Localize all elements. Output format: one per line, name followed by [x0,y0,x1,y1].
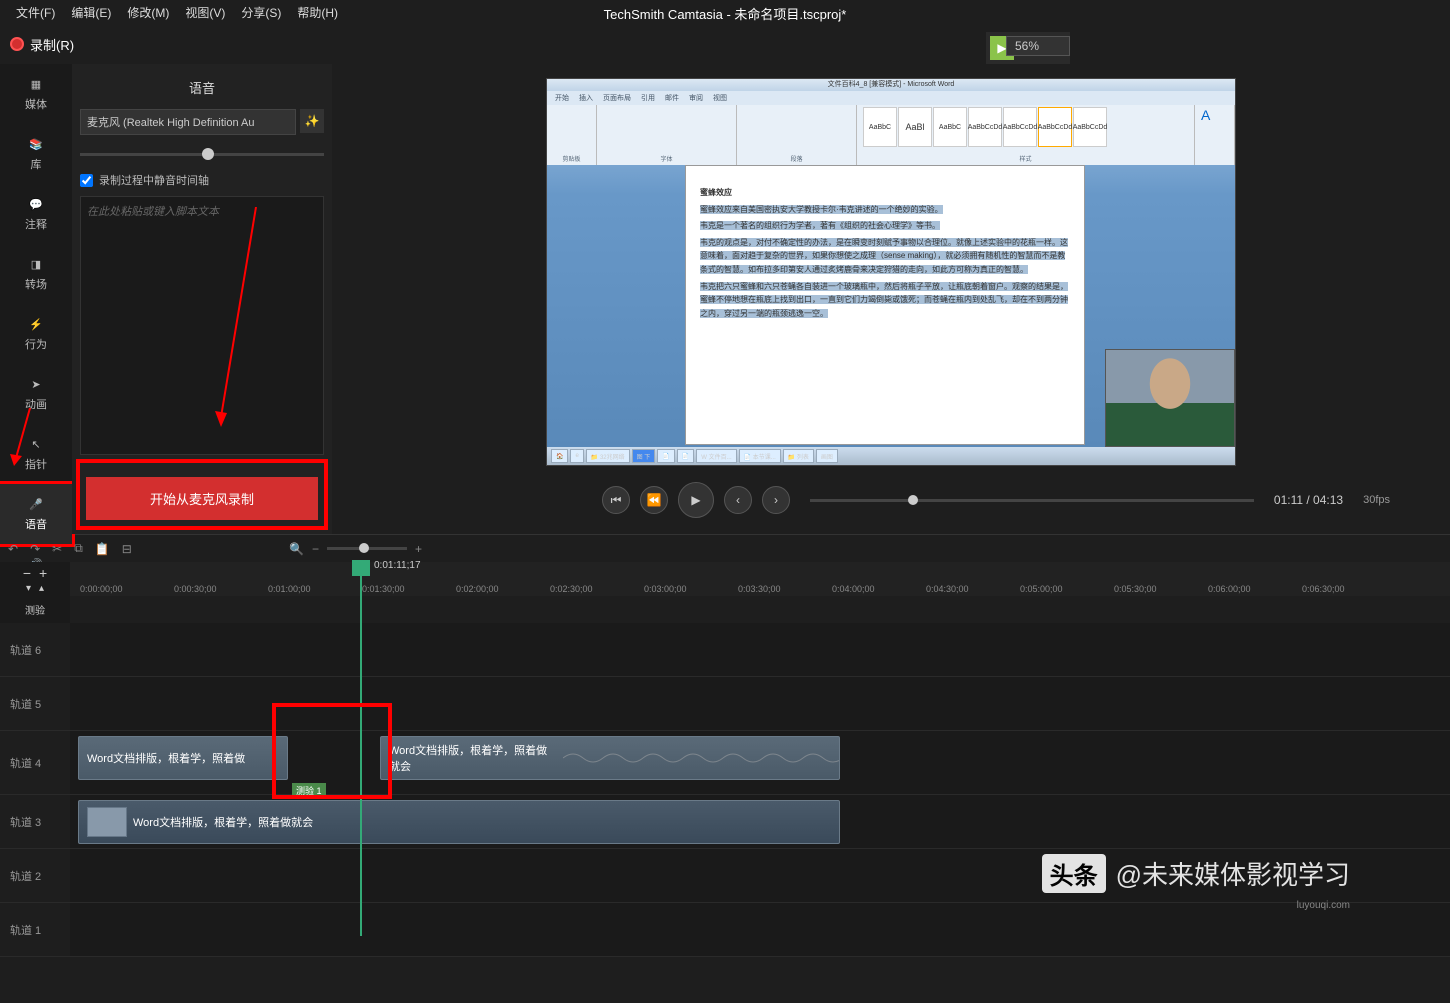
step-back-button[interactable]: ⏪ [640,486,668,514]
copy-icon[interactable]: ⧉ [74,541,83,556]
voice-panel: 语音 麦克风 (Realtek High Definition Au ✨ 录制过… [72,64,332,534]
collapse-icon[interactable]: ▾ [26,583,31,594]
playback-controls: ⏮ ⏪ ▶ ‹ › 01:11 / 04:13 30fps [372,482,1410,518]
track-label[interactable]: 轨道 2 [0,849,70,902]
track-label[interactable]: 轨道 6 [0,623,70,676]
expand-icon[interactable]: ▴ [39,583,44,594]
paste-icon[interactable]: 📋 [95,542,110,556]
playback-time: 01:11 / 04:13 [1274,493,1343,507]
menu-modify[interactable]: 修改(M) [119,4,177,21]
timeline-tracks: 轨道 6 轨道 5 轨道 4 Word文档排版，根着学，照着做 Word文档排版… [0,623,1450,957]
sidebar-media[interactable]: ▦媒体 [0,64,72,124]
split-icon[interactable]: ⊟ [122,542,132,556]
timeline-zoom-slider[interactable] [327,547,407,550]
library-icon: 📚 [27,136,45,152]
app-title: TechSmith Camtasia - 未命名项目.tscproj* [604,4,847,23]
add-track-icon[interactable]: + [39,565,47,581]
transitions-icon: ◨ [27,256,45,272]
track-label[interactable]: 轨道 4 [0,731,70,794]
menu-share[interactable]: 分享(S) [233,4,289,21]
redo-icon[interactable]: ↷ [30,542,40,556]
watermark-sub: luyouqi.com [1297,900,1350,911]
preview-area: 文件百科4_8 [兼容模式] - Microsoft Word 开始插入页面布局… [332,64,1450,534]
animations-icon: ➤ [27,376,45,392]
clip[interactable]: Word文档排版，根着学，照着做 [78,736,288,780]
tool-sidebar: ▦媒体 📚库 💬注释 ◨转场 ⚡行为 ➤动画 ↖指针 🎤语音 🔊音频 更多 [0,64,72,534]
word-window: 文件百科4_8 [兼容模式] - Microsoft Word 开始插入页面布局… [547,79,1235,465]
sidebar-voice[interactable]: 🎤语音 [0,484,72,544]
next-frame-button[interactable]: › [762,486,790,514]
annotation-arrow [171,207,271,437]
mute-timeline-label: 录制过程中静音时间轴 [99,172,209,188]
sidebar-annotations[interactable]: 💬注释 [0,184,72,244]
play-button[interactable]: ▶ [678,482,714,518]
clip[interactable]: Word文档排版，根着学，照着做就会 [380,736,840,780]
menu-view[interactable]: 视图(V) [177,4,233,21]
track-label[interactable]: 轨道 5 [0,677,70,730]
record-button[interactable]: 录制(R) [10,35,74,54]
zoom-search-icon[interactable]: 🔍 [289,542,304,556]
cursor-icon: ↖ [27,436,45,452]
panel-title: 语音 [80,72,324,109]
sidebar-behaviors[interactable]: ⚡行为 [0,304,72,364]
playback-fps: 30fps [1363,494,1390,506]
menu-edit[interactable]: 编辑(E) [63,4,119,21]
cut-icon[interactable]: ✂ [52,542,62,556]
sidebar-library[interactable]: 📚库 [0,124,72,184]
word-document: 蜜蜂效应 蜜蜂效应来自美国密执安大学教授卡尔·韦克讲述的一个绝妙的实验。 韦克是… [685,165,1085,445]
track-label[interactable]: 轨道 1 [0,903,70,956]
menu-file[interactable]: 文件(F) [8,4,63,21]
step-forward-button[interactable]: ‹ [724,486,752,514]
watermark: 头条 @未来媒体影视学习 [1042,854,1350,893]
mic-device-dropdown[interactable]: 麦克风 (Realtek High Definition Au [80,109,296,135]
sidebar-animations[interactable]: ➤动画 [0,364,72,424]
timeline-label: 测验 [0,596,70,623]
sidebar-cursor[interactable]: ↖指针 [0,424,72,484]
timeline-toolbar: ↶ ↷ ✂ ⧉ 📋 ⊟ 🔍 − + [0,534,1450,562]
script-textarea[interactable]: 在此处粘贴或键入脚本文本 [80,196,324,455]
word-titlebar: 文件百科4_8 [兼容模式] - Microsoft Word [547,79,1235,91]
track-label[interactable]: 轨道 3 [0,795,70,848]
zoom-in-icon[interactable]: + [415,542,422,556]
media-icon: ▦ [27,76,45,92]
auto-adjust-icon[interactable]: ✨ [300,109,324,133]
start-mic-record-button[interactable]: 开始从麦克风录制 [86,477,318,520]
mic-level-slider[interactable] [80,153,324,156]
zoom-dropdown[interactable]: 56% [1006,36,1070,56]
word-taskbar: 🏠e📁 32兆网络图 下📄📄W 文件百...📄 本节课...📁 列表画图 [547,447,1235,465]
playback-scrubber[interactable] [810,499,1254,502]
remove-track-icon[interactable]: − [23,565,31,581]
prev-frame-button[interactable]: ⏮ [602,486,630,514]
behaviors-icon: ⚡ [27,316,45,332]
word-tabs: 开始插入页面布局引用邮件审阅视图 [547,91,1235,105]
sidebar-transitions[interactable]: ◨转场 [0,244,72,304]
record-icon [10,37,24,51]
playhead[interactable]: 0:01:11;17 [360,562,362,936]
undo-icon[interactable]: ↶ [8,542,18,556]
zoom-out-icon[interactable]: − [312,542,319,556]
annotations-icon: 💬 [27,196,45,212]
mic-icon: 🎤 [27,496,45,512]
menu-help[interactable]: 帮助(H) [289,4,346,21]
clip[interactable]: Word文档排版，根着学，照着做就会 [78,800,840,844]
mute-timeline-checkbox[interactable] [80,174,93,187]
word-ribbon: 剪贴板 字体 段落 AaBbCAaBlAaBbCAaBbCcDdAaBbCcDd… [547,105,1235,165]
timeline-header: −+ ▾ ▴ 0:01:11;17 0:00:00;000:00:30;000:0… [0,562,1450,596]
preview-canvas[interactable]: 文件百科4_8 [兼容模式] - Microsoft Word 开始插入页面布局… [546,78,1236,466]
webcam-overlay [1105,349,1235,447]
timeline-ruler[interactable]: 0:01:11;17 0:00:00;000:00:30;000:01:00;0… [70,562,1450,596]
